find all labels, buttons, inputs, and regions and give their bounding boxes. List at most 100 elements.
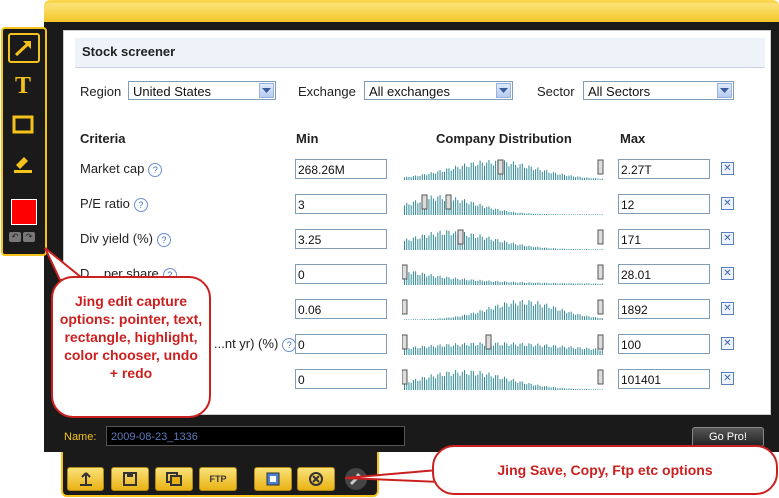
range-slider-handle[interactable] — [597, 334, 604, 350]
min-input[interactable]: 0 — [295, 264, 387, 284]
histogram-bar — [417, 380, 419, 390]
remove-criteria-icon[interactable]: ✕ — [721, 232, 734, 245]
remove-criteria-icon[interactable]: ✕ — [721, 197, 734, 210]
rectangle-icon[interactable] — [8, 111, 38, 139]
save-button[interactable] — [111, 467, 149, 491]
sector-select[interactable]: All Sectors — [583, 81, 734, 100]
histogram-bar — [510, 344, 512, 355]
min-input[interactable]: 0.06 — [295, 299, 387, 319]
histogram-bar — [481, 205, 483, 215]
histogram-bar — [457, 200, 459, 215]
range-slider-handle[interactable] — [597, 369, 604, 385]
histogram-bar — [524, 246, 525, 250]
range-slider-handle[interactable] — [402, 334, 408, 350]
range-slider-handle[interactable] — [597, 229, 604, 245]
remove-criteria-icon[interactable]: ✕ — [721, 372, 734, 385]
max-input[interactable]: 1892 — [618, 299, 710, 319]
go-pro-button[interactable]: Go Pro! — [692, 427, 764, 447]
histogram-bar — [515, 165, 517, 180]
settings-icon[interactable] — [345, 468, 367, 490]
histogram-bar — [548, 387, 550, 390]
region-select[interactable]: United States — [128, 81, 276, 100]
range-slider-handle[interactable] — [597, 159, 604, 175]
remove-criteria-icon[interactable]: ✕ — [721, 302, 734, 315]
range-slider-handle[interactable] — [457, 229, 464, 245]
help-icon[interactable]: ? — [133, 197, 148, 212]
min-input[interactable]: 0 — [295, 334, 387, 354]
histogram-bar — [410, 382, 412, 390]
remove-criteria-icon[interactable]: ✕ — [721, 162, 734, 175]
histogram-bar — [597, 317, 599, 320]
histogram-bar — [586, 214, 588, 215]
color-chooser[interactable] — [11, 199, 37, 225]
histogram-bar — [432, 318, 434, 320]
histogram-bar — [466, 280, 468, 285]
remove-criteria-icon[interactable]: ✕ — [721, 267, 734, 280]
histogram-bar — [468, 237, 470, 250]
range-slider-handle[interactable] — [485, 334, 492, 350]
range-slider-handle[interactable] — [421, 194, 428, 210]
exchange-select[interactable]: All exchanges — [364, 81, 513, 100]
pointer-icon[interactable] — [8, 33, 40, 63]
min-input[interactable]: 3.25 — [295, 229, 387, 249]
help-icon[interactable]: ? — [156, 232, 171, 247]
max-input[interactable]: 2.27T — [618, 159, 710, 179]
range-slider-handle[interactable] — [597, 299, 604, 315]
copy-button[interactable] — [155, 467, 193, 491]
highlight-icon[interactable] — [8, 149, 38, 177]
help-icon[interactable]: ? — [148, 162, 163, 177]
histogram-bar — [484, 207, 485, 215]
share-button[interactable] — [67, 467, 104, 491]
histogram-bar — [570, 214, 572, 215]
histogram-bar — [404, 240, 405, 250]
chevron-down-icon[interactable] — [717, 83, 732, 98]
max-input[interactable]: 171 — [618, 229, 710, 249]
range-slider-handle[interactable] — [445, 194, 452, 210]
histogram-bar — [515, 212, 517, 215]
chevron-down-icon[interactable] — [496, 83, 511, 98]
histogram-bar — [459, 346, 461, 355]
histogram-bar — [515, 244, 517, 250]
max-input[interactable]: 100 — [618, 334, 710, 354]
histogram-bar — [499, 379, 501, 390]
max-input[interactable]: 101401 — [618, 369, 710, 389]
min-input[interactable]: 0 — [295, 369, 387, 389]
histogram-bar — [410, 177, 412, 180]
range-slider-handle[interactable] — [402, 264, 408, 280]
range-slider-handle[interactable] — [497, 159, 504, 175]
cancel-button[interactable] — [297, 467, 335, 491]
min-input[interactable]: 268.26M — [295, 159, 387, 179]
ftp-button[interactable]: FTP — [199, 467, 237, 491]
text-icon[interactable]: T — [8, 72, 38, 100]
histogram-bar — [517, 167, 519, 180]
histogram-bar — [441, 318, 443, 320]
remove-criteria-icon[interactable]: ✕ — [721, 337, 734, 350]
histogram-bar — [535, 213, 537, 215]
histogram-bar — [521, 282, 523, 285]
histogram-bar — [464, 342, 465, 355]
flickr-button[interactable] — [254, 467, 292, 491]
histogram-bar — [444, 201, 445, 215]
undo-icon[interactable]: ↶ — [9, 232, 21, 242]
range-slider-handle[interactable] — [597, 264, 604, 280]
histogram-bar — [437, 171, 439, 180]
histogram-bar — [499, 242, 501, 250]
max-input[interactable]: 12 — [618, 194, 710, 214]
histogram-bar — [470, 233, 472, 250]
histogram-bar — [559, 248, 561, 250]
histogram-bar — [435, 318, 437, 320]
min-input[interactable]: 3 — [295, 194, 387, 214]
histogram-bar — [504, 376, 505, 390]
range-slider-handle[interactable] — [402, 299, 408, 315]
histogram-bar — [588, 283, 590, 285]
capture-name-input[interactable]: 2009-08-23_1336 — [106, 426, 405, 446]
chevron-down-icon[interactable] — [259, 83, 274, 98]
histogram-bar — [464, 231, 465, 250]
histogram-bar — [477, 205, 479, 215]
range-slider-handle[interactable] — [402, 369, 408, 385]
histogram-bar — [461, 200, 463, 215]
max-input[interactable]: 28.01 — [618, 264, 710, 284]
redo-icon[interactable]: ↷ — [23, 232, 35, 242]
histogram-bar — [430, 374, 432, 390]
histogram-bar — [577, 313, 579, 320]
